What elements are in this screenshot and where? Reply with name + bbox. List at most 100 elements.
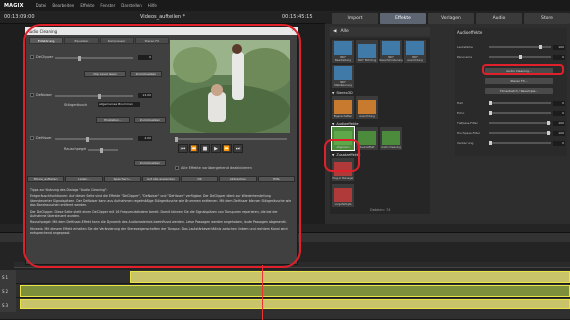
app-window: MAGIX Datei Bearbeiten Effekte Fenster D…: [0, 0, 570, 320]
menu-view[interactable]: Darstellen: [121, 3, 142, 8]
denoiser-settings-button[interactable]: Einstellen...: [96, 117, 130, 123]
volume-slider[interactable]: [489, 45, 551, 49]
effect-tile[interactable]: Ausrichtung: [356, 96, 378, 119]
tab-compressor[interactable]: Kompressor: [99, 37, 134, 44]
apply-all-button[interactable]: Auf alle anwenden: [142, 176, 180, 182]
load-button[interactable]: Laden...: [65, 176, 103, 182]
dialog-title: Audio Cleaning: [27, 28, 58, 34]
timeline-track: S1: [0, 270, 570, 284]
track-header: S3: [0, 298, 16, 312]
read-clip-level-button[interactable]: Clip Level lesen: [84, 71, 126, 77]
effect-tile[interactable]: 360° Ausrichtung: [404, 40, 426, 63]
menu-file[interactable]: Datei: [36, 3, 47, 8]
effect-tile-general[interactable]: Allgemein: [331, 126, 355, 151]
effect-tile[interactable]: 360° Stitching: [356, 40, 378, 63]
reverb-slider[interactable]: [489, 101, 551, 105]
audio-cleaning-button[interactable]: Audio Cleaning...: [485, 68, 553, 74]
effect-tile[interactable]: 360° Rauschminderung: [379, 40, 403, 63]
audio-effects-panel: Audioeffekte Lautstärke 100 Panorama 0 Aud…: [455, 28, 567, 156]
preset-select[interactable]: Movie_aufteilen: [27, 176, 65, 182]
pool-nav-label[interactable]: Alle: [340, 29, 348, 34]
reverb-row: Hall 0: [457, 100, 565, 106]
reset-declipper-button[interactable]: Zurücksetzen: [130, 71, 162, 77]
timeline-track: S3: [0, 298, 570, 320]
denoiser-checkbox[interactable]: DeNoiser: [30, 93, 52, 97]
category-stereo3d[interactable]: ▼ Stereo3D: [332, 91, 353, 95]
effect-tile[interactable]: Plug-in Manager: [332, 158, 354, 181]
dehisser-checkbox[interactable]: DeHisser: [30, 136, 52, 140]
tab-equalizer[interactable]: Equalizer: [64, 37, 99, 44]
highpass-slider[interactable]: [489, 131, 551, 135]
help-heading: Tipps zur Nutzung des Dialogs "Audio Cle…: [30, 188, 108, 192]
lowpass-slider[interactable]: [489, 121, 551, 125]
preview-frame-image: [170, 40, 290, 133]
help-paragraph: Hinweis: Mit diesem Effekt erhalten Sie …: [30, 226, 288, 236]
declipper-slider[interactable]: [55, 55, 133, 61]
close-icon[interactable]: ✕: [292, 27, 296, 33]
distortion-slider[interactable]: [489, 141, 551, 145]
echo-slider[interactable]: [489, 111, 551, 115]
volume-value[interactable]: 100: [553, 44, 565, 50]
effect-tile[interactable]: Raumeffekt: [356, 127, 378, 150]
video-clip[interactable]: [130, 271, 570, 283]
reset-dehisser-button[interactable]: Zurücksetzen: [134, 160, 166, 166]
category-audio-effects[interactable]: ▼ Audioeffekte: [332, 122, 359, 126]
pan-value[interactable]: 0: [553, 54, 565, 60]
audio-clip[interactable]: [20, 285, 570, 297]
pan-slider[interactable]: [489, 55, 551, 59]
distortion-row: Verzerrung 0: [457, 140, 565, 146]
panel-title: Audioeffekte: [457, 30, 483, 35]
help-button[interactable]: Hilfe: [257, 176, 295, 182]
tab-noise-reduction[interactable]: Entstörung: [29, 37, 64, 44]
rewind-icon[interactable]: ⏪: [189, 144, 199, 153]
tab-effects[interactable]: Effekte: [380, 13, 426, 24]
dehisser-value[interactable]: 4.00: [138, 136, 152, 141]
tab-store[interactable]: Store: [524, 13, 570, 24]
video-clip[interactable]: [20, 299, 570, 309]
save-button[interactable]: Speichern...: [103, 176, 142, 182]
tab-stereo-fx[interactable]: Stereo FX: [134, 37, 169, 44]
skip-back-icon[interactable]: ⏮: [178, 144, 188, 153]
back-arrow-icon[interactable]: ◀: [333, 29, 336, 34]
menu-help[interactable]: Hilfe: [148, 3, 157, 8]
forward-icon[interactable]: ⏩: [222, 144, 232, 153]
bypass-checkbox[interactable]: Alle Effekte vorübergehend deaktivieren: [175, 166, 252, 170]
effect-tile[interactable]: 360° Stabilisierung: [332, 65, 354, 88]
app-logo: MAGIX: [4, 2, 24, 9]
effect-tile[interactable]: Audio Cleaning: [380, 127, 402, 150]
tab-templates[interactable]: Vorlagen: [428, 13, 474, 24]
skip-forward-icon[interactable]: ⏭: [233, 144, 243, 153]
noise-type-select[interactable]: allgemeines Brummen: [98, 102, 140, 107]
play-icon[interactable]: ▶: [211, 144, 221, 153]
declipper-checkbox[interactable]: DeClipper: [30, 55, 53, 59]
stop-icon[interactable]: ■: [200, 144, 210, 153]
position-slider[interactable]: [175, 136, 287, 142]
highpass-row: Hochpass-Filter 100: [457, 130, 565, 136]
category-extra-effects[interactable]: ▼ Zusatzeffekte: [332, 153, 360, 157]
denoiser-value[interactable]: 12.00: [138, 93, 152, 98]
tab-import[interactable]: Import: [332, 13, 378, 24]
ok-button[interactable]: OK: [180, 176, 219, 182]
timestretch-button[interactable]: Timestretch / Resample...: [485, 88, 553, 94]
dialog-titlebar: Audio Cleaning ✕: [25, 27, 298, 35]
stereo-fx-button[interactable]: Stereo FX...: [485, 78, 553, 84]
noise-level-slider[interactable]: [88, 147, 118, 153]
timeline-track: S2: [0, 284, 570, 298]
tab-audio[interactable]: Audio: [476, 13, 522, 24]
effect-tile[interactable]: 360° Bearbeitung: [332, 40, 354, 63]
menu-edit[interactable]: Bearbeiten: [52, 3, 74, 8]
denoiser-slider[interactable]: [55, 93, 133, 99]
reset-denoiser-button[interactable]: Zurücksetzen: [134, 117, 166, 123]
dehisser-slider[interactable]: [55, 136, 133, 142]
track-header: S1: [0, 270, 16, 284]
effect-tile[interactable]: vorgefertigte: [332, 184, 354, 207]
declipper-value[interactable]: 0: [138, 55, 152, 60]
dialog-tabs: Entstörung Equalizer Kompressor Stereo F…: [29, 37, 169, 44]
menu-window[interactable]: Fenster: [100, 3, 115, 8]
playhead[interactable]: [262, 262, 263, 320]
pool-navigation: ◀ Alle: [330, 27, 430, 36]
effect-tile[interactable]: Eigenschaften: [332, 96, 354, 119]
menu-effects[interactable]: Effekte: [80, 3, 94, 8]
cancel-button[interactable]: Abbrechen: [219, 176, 257, 182]
program-monitor-header: 00:13:09:00 Videos_aufteilen * 00:15:45:…: [0, 11, 325, 24]
